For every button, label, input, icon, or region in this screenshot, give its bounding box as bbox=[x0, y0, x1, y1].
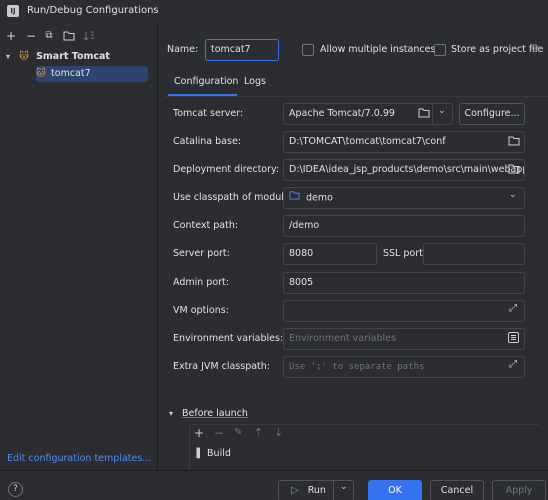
chevron-down-icon[interactable]: ⌄ bbox=[438, 106, 446, 116]
before-launch-label: Before launch bbox=[182, 408, 248, 419]
deployment-dir-label: Deployment directory: bbox=[173, 164, 280, 175]
folder-glyph bbox=[418, 108, 430, 118]
context-path-input[interactable]: /demo bbox=[283, 215, 525, 237]
tree-item-label: tomcat7 bbox=[51, 68, 91, 79]
list-glyph bbox=[508, 332, 519, 343]
deployment-dir-input[interactable]: D:\IDEA\idea_jsp_products\demo\src\main\… bbox=[283, 159, 525, 181]
configurations-sidebar bbox=[0, 23, 158, 470]
expand-icon[interactable]: ⤢ bbox=[509, 303, 517, 314]
server-port-label: Server port: bbox=[173, 248, 230, 259]
select-divider bbox=[432, 103, 433, 125]
run-icon: ▷ bbox=[291, 485, 299, 496]
allow-multiple-label: Allow multiple instances bbox=[320, 44, 436, 55]
name-input[interactable]: tomcat7 bbox=[205, 39, 279, 61]
tomcat-icon: 🐱 bbox=[19, 51, 29, 62]
classpath-module-value: demo bbox=[306, 192, 333, 204]
env-vars-input[interactable]: Environment variables bbox=[283, 328, 525, 350]
extra-jvm-input[interactable]: Use ';' to separate paths bbox=[283, 356, 525, 378]
chevron-down-icon[interactable]: ⌄ bbox=[340, 482, 348, 492]
ssl-port-label: SSL port: bbox=[383, 248, 427, 259]
catalina-base-label: Catalina base: bbox=[173, 136, 241, 147]
catalina-base-value: D:\TOMCAT\tomcat\tomcat7\conf bbox=[289, 136, 446, 147]
remove-icon[interactable]: − bbox=[25, 30, 37, 42]
tomcat-server-label: Tomcat server: bbox=[173, 108, 244, 119]
tomcat-server-value: Apache Tomcat/7.0.99 bbox=[289, 108, 395, 119]
context-path-label: Context path: bbox=[173, 220, 239, 231]
cancel-button[interactable]: Cancel bbox=[430, 480, 484, 500]
catalina-folder-icon[interactable] bbox=[508, 135, 520, 149]
run-label: Run bbox=[307, 485, 326, 496]
before-launch-task[interactable]: ▐ Build bbox=[193, 446, 231, 462]
build-task-label: Build bbox=[207, 448, 231, 459]
tomcat-icon: 🐱 bbox=[36, 68, 46, 79]
tree-item-row[interactable]: 🐱 tomcat7 bbox=[36, 66, 91, 82]
classpath-module-label: Use classpath of module: bbox=[173, 192, 293, 203]
chevron-down-icon: ▾ bbox=[169, 409, 174, 418]
copy-icon[interactable]: ⧉ bbox=[43, 30, 55, 42]
tab-divider bbox=[165, 96, 548, 97]
edit-task-icon[interactable]: ✎ bbox=[234, 427, 242, 438]
allow-multiple-checkbox[interactable] bbox=[302, 44, 314, 56]
help-button[interactable]: ? bbox=[8, 482, 23, 497]
folder-glyph bbox=[63, 31, 75, 41]
ssl-port-input[interactable] bbox=[423, 243, 525, 265]
tab-configuration[interactable]: Configuration bbox=[174, 74, 238, 90]
module-folder-icon bbox=[289, 188, 300, 208]
move-down-icon[interactable]: ⇣ bbox=[274, 426, 283, 439]
ok-button[interactable]: OK bbox=[368, 480, 422, 500]
store-project-checkbox[interactable] bbox=[434, 44, 446, 56]
build-icon: ▐ bbox=[193, 449, 200, 459]
admin-port-label: Admin port: bbox=[173, 277, 229, 288]
app-icon: IJ bbox=[7, 5, 19, 17]
chevron-down-icon: ▾ bbox=[6, 52, 11, 61]
vm-options-input[interactable] bbox=[283, 300, 525, 322]
vm-options-label: VM options: bbox=[173, 305, 229, 316]
deployment-dir-value: D:\IDEA\idea_jsp_products\demo\src\main\… bbox=[289, 164, 525, 175]
expand-icon[interactable]: ⤢ bbox=[509, 359, 517, 370]
add-task-icon[interactable]: + bbox=[194, 426, 204, 440]
classpath-module-select[interactable]: demo bbox=[283, 187, 525, 209]
window-title: Run/Debug Configurations bbox=[27, 5, 159, 16]
tree-group-smart-tomcat[interactable]: ▾ 🐱 Smart Tomcat bbox=[6, 49, 110, 65]
chevron-down-icon[interactable]: ⌄ bbox=[509, 190, 517, 200]
run-split-divider bbox=[333, 480, 334, 500]
env-vars-label: Environment variables: bbox=[173, 333, 284, 344]
edit-templates-link[interactable]: Edit configuration templates... bbox=[7, 453, 151, 464]
extra-jvm-label: Extra JVM classpath: bbox=[173, 361, 270, 372]
apply-button[interactable]: Apply bbox=[492, 480, 546, 500]
env-vars-browse-icon[interactable] bbox=[508, 332, 519, 346]
tree-group-label: Smart Tomcat bbox=[36, 51, 110, 62]
settings-gear-icon[interactable]: ⚙ bbox=[530, 42, 540, 55]
before-launch-toggle[interactable]: ▾ Before launch bbox=[169, 406, 248, 422]
tab-logs[interactable]: Logs bbox=[244, 74, 266, 90]
move-up-icon[interactable]: ⇡ bbox=[254, 426, 263, 439]
deployment-folder-icon[interactable] bbox=[508, 163, 520, 177]
configure-button[interactable]: Configure... bbox=[459, 103, 525, 125]
add-icon[interactable]: + bbox=[5, 30, 17, 42]
tomcat-server-folder-icon[interactable] bbox=[418, 107, 430, 121]
folder-glyph bbox=[508, 136, 520, 146]
name-label: Name: bbox=[167, 44, 199, 55]
sort-icon[interactable] bbox=[83, 30, 95, 42]
admin-port-input[interactable]: 8005 bbox=[283, 272, 525, 294]
folder-glyph bbox=[508, 164, 520, 174]
remove-task-icon[interactable]: − bbox=[214, 426, 224, 440]
sort-glyph bbox=[83, 31, 94, 41]
server-port-input[interactable]: 8080 bbox=[283, 243, 377, 265]
catalina-base-input[interactable]: D:\TOMCAT\tomcat\tomcat7\conf bbox=[283, 131, 525, 153]
bottom-divider bbox=[0, 470, 548, 471]
folder-icon[interactable] bbox=[63, 30, 75, 42]
